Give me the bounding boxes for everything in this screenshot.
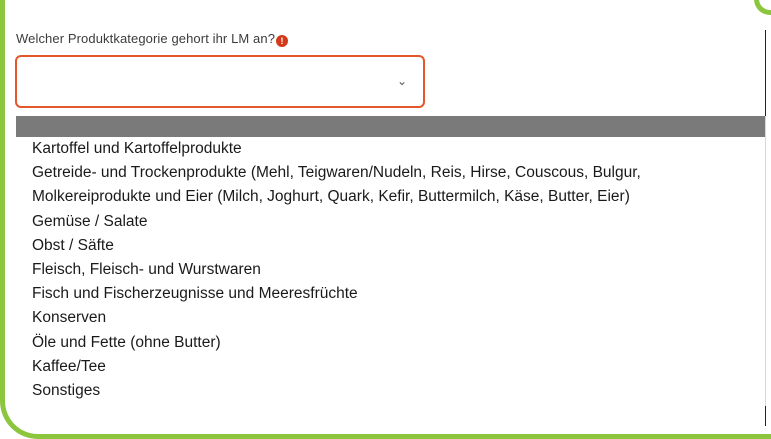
option-fisch[interactable]: Fisch und Fischerzeugnisse und Meeresfrü…: [16, 282, 765, 306]
highlighted-empty-option[interactable]: [16, 116, 765, 137]
option-sonstiges[interactable]: Sonstiges: [16, 379, 765, 403]
product-category-select[interactable]: ⌄: [15, 55, 425, 108]
option-gemuese[interactable]: Gemüse / Salate: [16, 210, 765, 234]
option-getreide[interactable]: Getreide- und Trockenprodukte (Mehl, Tei…: [16, 161, 765, 185]
option-kaffee-tee[interactable]: Kaffee/Tee: [16, 355, 765, 379]
chevron-down-icon[interactable]: ⌄: [397, 74, 407, 88]
category-dropdown-list[interactable]: Kartoffel und Kartoffelprodukte Getreide…: [16, 116, 766, 406]
option-obst[interactable]: Obst / Säfte: [16, 234, 765, 258]
option-kartoffel[interactable]: Kartoffel und Kartoffelprodukte: [16, 137, 765, 161]
option-molkereiprodukte[interactable]: Molkereiprodukte und Eier (Milch, Joghur…: [16, 185, 765, 209]
option-konserven[interactable]: Konserven: [16, 306, 765, 330]
required-icon: !: [276, 35, 289, 47]
question-label: Welcher Produktkategorie gehort ihr LM a…: [16, 31, 289, 47]
option-oele-fette[interactable]: Öle und Fette (ohne Butter): [16, 331, 765, 355]
frame-corner-decoration: [754, 0, 771, 15]
option-fleisch[interactable]: Fleisch, Fleisch- und Wurstwaren: [16, 258, 765, 282]
question-label-text: Welcher Produktkategorie gehort ihr LM a…: [16, 31, 276, 46]
